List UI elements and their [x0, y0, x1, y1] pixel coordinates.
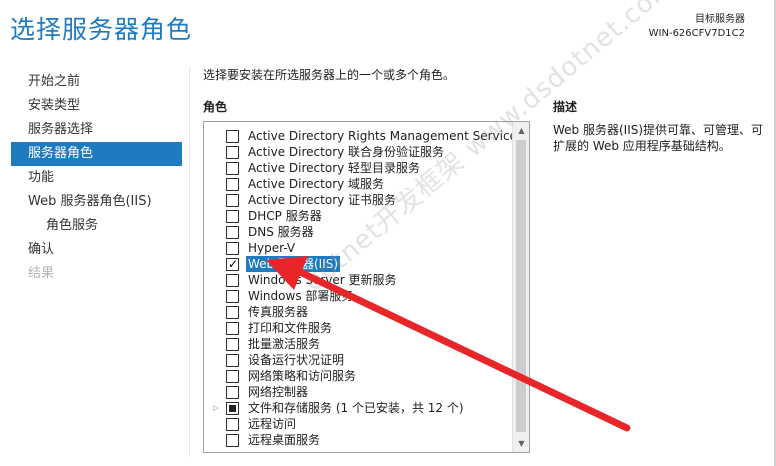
role-label[interactable]: Active Directory Rights Management Servi… — [246, 128, 525, 144]
role-row[interactable]: Active Directory 域服务 — [204, 176, 511, 192]
role-checkbox[interactable] — [226, 338, 239, 351]
roles-heading: 角色 — [203, 100, 228, 114]
role-row[interactable]: 打印和文件服务 — [204, 320, 511, 336]
nav-item: 结果 — [28, 266, 55, 281]
role-label[interactable]: 远程桌面服务 — [246, 432, 322, 448]
wizard-nav: 开始之前 安装类型 服务器选择 服务器角色 功能 Web 服务器角色(IIS) 角色服务 确认… — [11, 70, 182, 286]
roles-scrollbar[interactable]: ▲ ▼ — [512, 122, 529, 452]
role-row[interactable]: 远程桌面服务 — [204, 432, 511, 448]
nav-item[interactable]: 开始之前 — [11, 70, 182, 94]
nav-item[interactable]: 确认 — [11, 238, 182, 262]
role-row[interactable]: Active Directory Rights Management Servi… — [204, 128, 523, 144]
role-row[interactable]: Windows 部署服务 — [204, 288, 511, 304]
role-checkbox[interactable] — [226, 194, 239, 207]
role-checkbox[interactable] — [226, 178, 239, 191]
role-label[interactable]: Active Directory 轻型目录服务 — [246, 160, 422, 176]
nav-item[interactable]: Web 服务器角色(IIS) — [11, 190, 182, 214]
role-label[interactable]: Active Directory 联合身份验证服务 — [246, 144, 446, 160]
role-label[interactable]: 设备运行状况证明 — [246, 352, 346, 368]
partial-check-icon — [229, 405, 236, 412]
instruction-text: 选择要安装在所选服务器上的一个或多个角色。 — [203, 68, 456, 82]
chevron-down-icon[interactable]: ▼ — [513, 435, 529, 452]
role-label[interactable]: DNS 服务器 — [246, 224, 316, 240]
role-checkbox[interactable] — [226, 306, 239, 319]
role-label[interactable]: 文件和存储服务 (1 个已安装，共 12 个) — [246, 400, 466, 416]
roles-listbox[interactable]: Active Directory Rights Management Servi… — [203, 121, 530, 453]
nav-divider — [189, 67, 190, 457]
role-row[interactable]: 批量激活服务 — [204, 336, 511, 352]
role-label[interactable]: 网络控制器 — [246, 384, 310, 400]
role-checkbox[interactable] — [226, 162, 239, 175]
target-server: 目标服务器 WIN-626CFV7D1C2 — [649, 13, 745, 41]
scrollbar-thumb[interactable] — [516, 140, 526, 432]
role-label[interactable]: 打印和文件服务 — [246, 320, 334, 336]
role-label[interactable]: 网络策略和访问服务 — [246, 368, 358, 384]
role-row[interactable]: 远程访问 — [204, 416, 511, 432]
role-row[interactable]: DHCP 服务器 — [204, 208, 511, 224]
role-checkbox[interactable] — [226, 402, 239, 415]
target-server-name: WIN-626CFV7D1C2 — [648, 28, 745, 39]
description-text: Web 服务器(IIS)提供可靠、可管理、可扩展的 Web 应用程序基础结构。 — [553, 123, 764, 153]
role-row[interactable]: Active Directory 证书服务 — [204, 192, 511, 208]
role-row[interactable]: Active Directory 轻型目录服务 — [204, 160, 511, 176]
chevron-up-icon[interactable]: ▲ — [513, 122, 529, 139]
role-checkbox[interactable] — [226, 274, 239, 287]
role-row[interactable]: 设备运行状况证明 — [204, 352, 511, 368]
role-checkbox[interactable] — [226, 242, 239, 255]
role-checkbox[interactable] — [226, 354, 239, 367]
role-checkbox[interactable] — [226, 130, 239, 143]
role-row[interactable]: ✓ Web 服务器(IIS) — [204, 256, 511, 272]
role-checkbox[interactable] — [226, 226, 239, 239]
role-checkbox[interactable] — [226, 386, 239, 399]
nav-item[interactable]: 功能 — [11, 166, 182, 190]
role-row[interactable]: Hyper-V — [204, 240, 511, 256]
role-label[interactable]: Active Directory 域服务 — [246, 176, 386, 192]
role-row[interactable]: 网络控制器 — [204, 384, 511, 400]
role-checkbox[interactable] — [226, 370, 239, 383]
role-label[interactable]: 远程访问 — [246, 416, 298, 432]
role-row[interactable]: ▷ 文件和存储服务 (1 个已安装，共 12 个) — [204, 400, 511, 416]
role-row[interactable]: 网络策略和访问服务 — [204, 368, 511, 384]
role-checkbox[interactable] — [226, 322, 239, 335]
role-row[interactable]: Windows Server 更新服务 — [204, 272, 511, 288]
role-checkbox[interactable] — [226, 418, 239, 431]
role-row[interactable]: DNS 服务器 — [204, 224, 511, 240]
role-row[interactable]: 传真服务器 — [204, 304, 511, 320]
role-checkbox[interactable] — [226, 290, 239, 303]
description-heading: 描述 — [553, 100, 578, 114]
role-checkbox[interactable] — [226, 210, 239, 223]
role-label[interactable]: Hyper-V — [246, 240, 297, 256]
nav-item[interactable]: 服务器选择 — [11, 118, 182, 142]
role-label[interactable]: 批量激活服务 — [246, 336, 322, 352]
role-checkbox[interactable] — [226, 434, 239, 447]
role-label[interactable]: Web 服务器(IIS) — [246, 256, 341, 272]
role-label[interactable]: Windows 部署服务 — [246, 288, 355, 304]
role-label[interactable]: DHCP 服务器 — [246, 208, 324, 224]
roles-list: Active Directory Rights Management Servi… — [204, 128, 523, 448]
role-checkbox[interactable]: ✓ — [226, 257, 239, 271]
page-title: 选择服务器角色 — [10, 15, 193, 44]
role-label[interactable]: Active Directory 证书服务 — [246, 192, 398, 208]
nav-item[interactable]: 角色服务 — [11, 214, 182, 238]
role-checkbox[interactable] — [226, 146, 239, 159]
checkmark-icon: ✓ — [228, 257, 239, 271]
target-server-label: 目标服务器 — [695, 14, 745, 25]
role-label[interactable]: 传真服务器 — [246, 304, 310, 320]
role-row[interactable]: Active Directory 联合身份验证服务 — [204, 144, 511, 160]
role-label[interactable]: Windows Server 更新服务 — [246, 272, 399, 288]
triangle-right-icon[interactable]: ▷ — [213, 400, 221, 416]
nav-item[interactable]: 服务器角色 — [11, 142, 182, 166]
nav-item[interactable]: 安装类型 — [11, 94, 182, 118]
